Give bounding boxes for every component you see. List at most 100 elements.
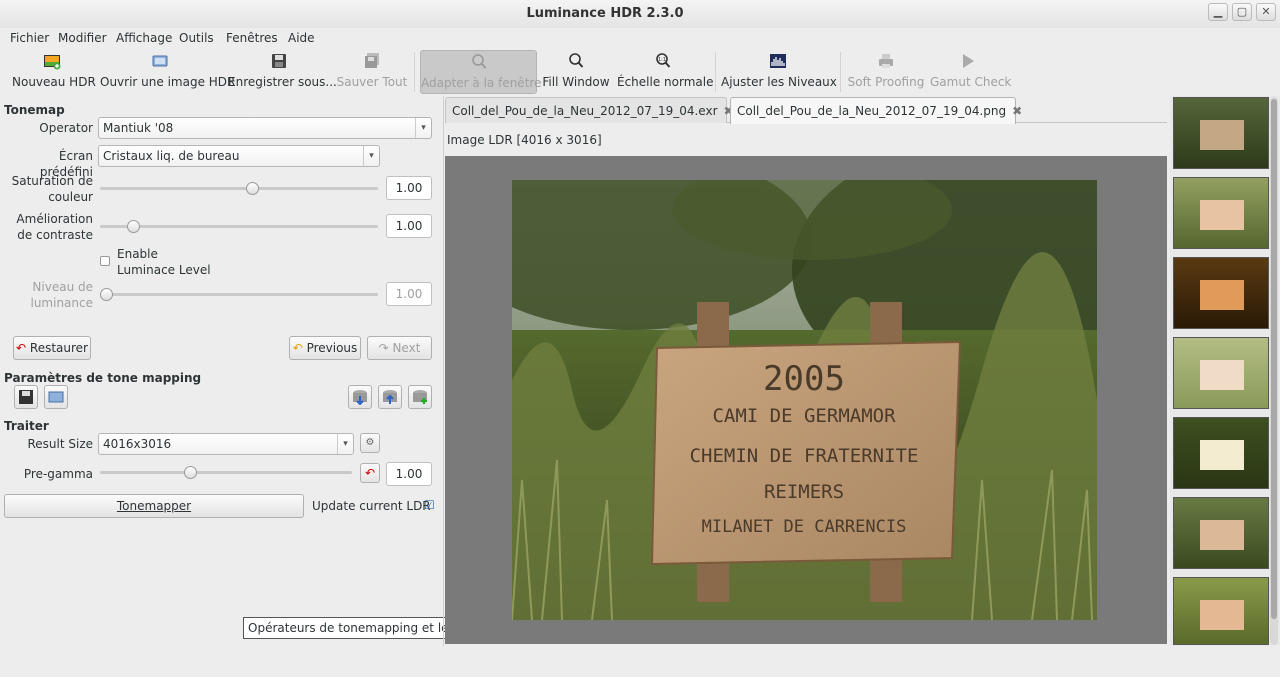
next-label: Next <box>392 341 421 355</box>
restore-button[interactable]: ↶ Restaurer <box>13 336 91 360</box>
pregamma-reset-icon[interactable]: ↶ <box>360 463 380 483</box>
fill-window-button[interactable]: Fill Window <box>541 50 611 94</box>
database-up-icon <box>383 390 397 404</box>
minimize-button[interactable]: ▁ <box>1208 3 1228 21</box>
previous-icon: ↶ <box>292 341 303 355</box>
contrast-spinbox[interactable]: 1.00 <box>386 214 432 238</box>
save-as-button[interactable]: Enregistrer sous... <box>228 50 337 94</box>
tonemap-header: Tonemap <box>4 103 65 117</box>
thumbnail-sign <box>1200 200 1244 230</box>
enable-luminance-checkbox[interactable] <box>100 256 110 266</box>
contrast-slider-handle[interactable] <box>126 220 140 233</box>
pregamma-spinbox[interactable]: 1.00 <box>386 462 432 486</box>
fit-window-button[interactable]: Adapter à la fenêtre <box>420 50 542 94</box>
preview-thumbnail[interactable] <box>1173 497 1269 569</box>
db-export-button[interactable] <box>348 385 372 409</box>
svg-text:1:1: 1:1 <box>658 57 666 63</box>
result-size-value: 4016x3016 <box>103 437 172 451</box>
saturation-spinbox[interactable]: 1.00 <box>386 176 432 200</box>
close-tab-icon[interactable]: ✖ <box>1012 104 1022 118</box>
thumbnail-sign <box>1200 120 1244 150</box>
pregamma-label: Pre-gamma <box>23 467 93 481</box>
luminance-slider[interactable] <box>100 288 378 301</box>
close-button[interactable]: ✕ <box>1256 3 1276 21</box>
contrast-slider[interactable] <box>100 220 378 233</box>
enable-luminance-line1: Enable <box>117 247 158 261</box>
tab-png[interactable]: Coll_del_Pou_de_la_Neu_2012_07_19_04.png… <box>730 97 1022 124</box>
saturation-label: Saturation de couleur <box>4 173 93 205</box>
save-all-button[interactable]: Sauver Tout <box>336 50 408 94</box>
save-params-button[interactable] <box>14 385 38 409</box>
luminance-spinbox[interactable]: 1.00 <box>386 282 432 306</box>
operator-select[interactable]: Mantiuk '08 ▾ <box>98 117 432 139</box>
saturation-slider-handle[interactable] <box>245 182 259 195</box>
normal-scale-button[interactable]: 1:1 Échelle normale <box>617 50 714 94</box>
preview-thumbnail[interactable] <box>1173 177 1269 249</box>
preview-thumbnail[interactable] <box>1173 337 1269 409</box>
fit-window-label: Adapter à la fenêtre <box>421 76 542 90</box>
update-ldr-label: Update current LDR <box>312 499 431 513</box>
panel-divider <box>443 96 444 646</box>
maximize-button[interactable]: ▢ <box>1232 3 1252 21</box>
image-viewer[interactable]: 2005 CAMI DE GERMAMOR CHEMIN DE FRATERNI… <box>445 156 1167 644</box>
save-all-icon <box>365 53 379 68</box>
menu-affichage[interactable]: Affichage <box>116 31 172 45</box>
load-params-button[interactable] <box>44 385 68 409</box>
saturation-slider[interactable] <box>100 182 378 195</box>
menu-aide[interactable]: Aide <box>288 31 315 45</box>
next-button[interactable]: ↷ Next <box>367 336 432 360</box>
toolbar-separator <box>715 52 716 92</box>
preview-thumbnail[interactable] <box>1173 257 1269 329</box>
toolbar-separator <box>414 52 415 92</box>
menu-modifier[interactable]: Modifier <box>58 31 107 45</box>
tonemap-button[interactable]: Tonemapper <box>4 494 304 518</box>
process-header: Traiter <box>4 419 49 433</box>
previous-button[interactable]: ↶ Previous <box>289 336 361 360</box>
thumbnail-sign <box>1200 280 1244 310</box>
gamut-check-button[interactable]: Gamut Check <box>930 50 1011 94</box>
soft-proofing-button[interactable]: Soft Proofing <box>846 50 926 94</box>
db-import-button[interactable] <box>378 385 402 409</box>
preview-thumbnail[interactable] <box>1173 97 1269 169</box>
thumbnail-sign <box>1200 600 1244 630</box>
window-title: Luminance HDR 2.3.0 <box>526 6 684 21</box>
saturation-label-line1: Saturation de <box>11 174 93 188</box>
thumbnail-sign <box>1200 520 1244 550</box>
result-size-options-icon[interactable]: ⚙ <box>360 433 380 453</box>
open-hdr-button[interactable]: Ouvrir une image HDR <box>100 50 235 94</box>
new-hdr-button[interactable]: Nouveau HDR <box>12 50 96 94</box>
pregamma-slider-handle[interactable] <box>183 466 197 479</box>
chevron-down-icon: ▾ <box>415 118 431 138</box>
preset-select[interactable]: Cristaux liq. de bureau ▾ <box>98 145 380 167</box>
tab-png-label: Coll_del_Pou_de_la_Neu_2012_07_19_04.png <box>737 104 1007 118</box>
menu-bar: Fichier Modifier Affichage Outils Fenêtr… <box>0 28 1280 48</box>
menu-fichier[interactable]: Fichier <box>10 31 49 45</box>
levels-icon <box>770 54 786 68</box>
save-as-icon <box>272 54 286 68</box>
luminance-slider-handle[interactable] <box>100 288 113 301</box>
toolbar-separator <box>840 52 841 92</box>
contrast-label-line1: Amélioration <box>16 212 93 226</box>
preview-scrollbar[interactable] <box>1270 97 1278 645</box>
preview-scrollbar-thumb[interactable] <box>1271 99 1277 619</box>
open-hdr-icon <box>152 55 168 67</box>
ldr-image: 2005 CAMI DE GERMAMOR CHEMIN DE FRATERNI… <box>512 180 1097 620</box>
update-ldr-checkbox[interactable]: ☑ <box>424 498 435 512</box>
result-size-select[interactable]: 4016x3016 ▾ <box>98 433 354 455</box>
menu-fenetres[interactable]: Fenêtres <box>226 31 278 45</box>
next-icon: ↷ <box>378 341 389 355</box>
params-header: Paramètres de tone mapping <box>4 371 202 385</box>
normal-scale-label: Échelle normale <box>617 75 714 89</box>
tab-exr-label: Coll_del_Pou_de_la_Neu_2012_07_19_04.exr <box>452 104 718 118</box>
luminance-label-line1: Niveau de <box>32 280 93 294</box>
zoom-fit-icon <box>471 54 486 69</box>
tab-exr[interactable]: Coll_del_Pou_de_la_Neu_2012_07_19_04.exr… <box>445 97 734 123</box>
db-add-button[interactable] <box>408 385 432 409</box>
sign-line1: 2005 <box>763 359 845 399</box>
pregamma-slider[interactable] <box>100 466 352 479</box>
preview-thumbnail[interactable] <box>1173 577 1269 645</box>
menu-outils[interactable]: Outils <box>179 31 214 45</box>
preview-thumbnail[interactable] <box>1173 417 1269 489</box>
adjust-levels-button[interactable]: Ajuster les Niveaux <box>721 50 837 94</box>
new-hdr-label: Nouveau HDR <box>12 75 96 89</box>
